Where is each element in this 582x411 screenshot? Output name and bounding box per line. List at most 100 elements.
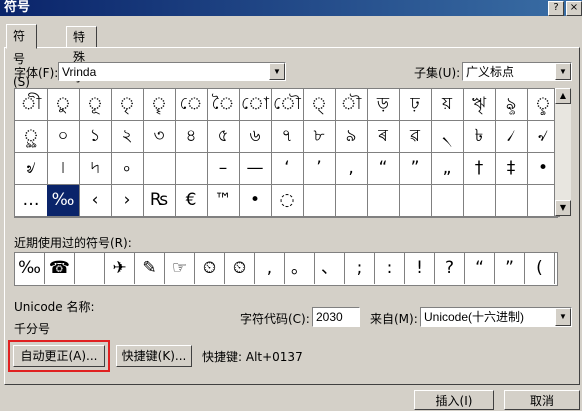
recent-symbol-cell[interactable]: ( [525,253,555,284]
symbol-cell[interactable]: ৌ [271,89,304,121]
symbol-cell[interactable]: – [207,153,240,185]
cancel-button[interactable]: 取消 [504,390,580,410]
symbol-cell[interactable]: ঢ় [399,89,432,121]
symbol-cell[interactable] [463,185,496,217]
symbol-cell[interactable] [495,185,528,217]
symbol-cell[interactable]: ৭ [271,121,304,153]
recent-symbol-cell[interactable] [75,253,105,284]
symbol-cell[interactable]: • [239,185,272,217]
scroll-up-arrow-icon[interactable]: ▲ [555,88,571,104]
symbol-cell[interactable]: ” [399,153,432,185]
recent-symbol-cell[interactable]: ⏲ [195,253,225,284]
help-button[interactable]: ? [548,1,564,16]
symbol-cell[interactable]: ৸ [79,153,112,185]
symbol-cell[interactable]: ₨ [143,185,176,217]
symbol-cell[interactable]: ০ [47,121,80,153]
font-select[interactable]: Vrinda ▼ [58,62,286,81]
recent-symbol-cell[interactable]: ‰ [15,253,45,284]
symbol-cell[interactable]: ৃ [111,89,144,121]
scroll-down-arrow-icon[interactable]: ▼ [555,200,571,216]
symbol-cell[interactable]: — [239,153,272,185]
chevron-down-icon[interactable]: ▼ [269,63,285,80]
recent-symbol-cell[interactable]: ☞ [165,253,195,284]
symbol-cell[interactable] [143,153,176,185]
char-code-input[interactable]: 2030 [312,307,360,327]
from-select[interactable]: Unicode(十六进制) ▼ [420,307,572,327]
symbol-cell[interactable]: ‡ [495,153,528,185]
symbol-cell[interactable]: ৗ [335,89,368,121]
symbol-cell[interactable]: ু [47,89,80,121]
symbol-cell[interactable]: ৳ [463,121,496,153]
symbol-cell[interactable]: “ [367,153,400,185]
recent-symbol-cell[interactable]: ☎ [45,253,75,284]
symbol-cell[interactable] [431,185,464,217]
symbol-cell[interactable]: ৷ [47,153,80,185]
symbol-cell[interactable]: ৄ [143,89,176,121]
recent-symbol-cell[interactable]: ; [345,253,375,284]
chevron-down-icon[interactable]: ▼ [555,308,571,326]
symbol-grid[interactable]: ীুূৃৄেৈোৌ্ৗ ড় ঢ় য় ৠ ৡৢৣ ০ ১ ২ ৩ ৪ ৫ ৬ ৭ ৮ ৯ ৰ ৱ ৲ ৳ ৴ ৵ ৶ ৷ ৸… [14,88,560,218]
symbol-cell[interactable]: „ [431,153,464,185]
symbol-cell[interactable]: ৰ [367,121,400,153]
symbol-cell[interactable]: ৠ [463,89,496,121]
subset-select[interactable]: 广义标点 ▼ [462,62,572,81]
symbol-cell[interactable]: ৴ [495,121,528,153]
recent-symbol-cell[interactable]: : [375,253,405,284]
recent-symbol-cell[interactable]: ✈ [105,253,135,284]
symbol-cell[interactable]: ৯ [335,121,368,153]
symbol-cell[interactable] [399,185,432,217]
shortcut-key-button[interactable]: 快捷键(K)... [116,345,192,367]
recent-symbol-cell[interactable]: ! [405,253,435,284]
chevron-down-icon[interactable]: ▼ [555,63,571,80]
symbol-cell[interactable]: ‚ [335,153,368,185]
symbol-cell[interactable]: † [463,153,496,185]
symbol-cell[interactable]: য় [431,89,464,121]
recent-symbol-cell[interactable]: “ [465,253,495,284]
symbol-cell[interactable] [175,153,208,185]
symbol-cell[interactable]: ’ [303,153,336,185]
recent-symbol-cell[interactable]: ✎ [135,253,165,284]
close-button[interactable]: × [566,1,582,16]
symbol-cell[interactable]: ৬ [239,121,272,153]
symbol-cell[interactable] [335,185,368,217]
symbol-cell[interactable]: ৲ [431,121,464,153]
symbol-cell[interactable]: ৩ [143,121,176,153]
recent-symbol-cell[interactable]: ? [435,253,465,284]
symbol-cell[interactable]: ্ [303,89,336,121]
symbol-cell[interactable]: ১ [79,121,112,153]
symbol-cell[interactable]: ৡ [495,89,528,121]
symbol-cell[interactable]: ৫ [207,121,240,153]
symbol-cell[interactable]: ূ [79,89,112,121]
symbol-cell[interactable]: ৈ [207,89,240,121]
symbol-cell[interactable]: ◌ [271,185,304,217]
symbol-cell[interactable]: ৱ [399,121,432,153]
symbol-cell[interactable]: ৣ [15,121,48,153]
symbol-cell[interactable] [367,185,400,217]
symbol-cell[interactable]: ™ [207,185,240,217]
recent-symbol-cell[interactable]: ” [495,253,525,284]
symbol-cell[interactable]: ে [175,89,208,121]
symbol-cell[interactable]: … [15,185,48,217]
tab-symbols[interactable]: 符号(S) [6,24,37,89]
symbol-cell[interactable]: ো [239,89,272,121]
symbol-scrollbar[interactable]: ▲ ▼ [554,88,571,216]
symbol-cell[interactable]: ৮ [303,121,336,153]
recent-symbol-cell[interactable]: 、 [315,253,345,284]
symbol-cell[interactable]: ৪ [175,121,208,153]
symbol-cell[interactable]: ২ [111,121,144,153]
insert-button[interactable]: 插入(I) [414,390,494,410]
recent-symbols-row[interactable]: ‰ ☎ ✈ ✎ ☞ ⏲ ⏲,。、;:!? “”( [14,252,558,286]
symbol-cell[interactable]: › [111,185,144,217]
symbol-cell[interactable]: ৶ [15,153,48,185]
recent-symbol-cell[interactable]: ⏲ [225,253,255,284]
symbol-cell[interactable]: ৹ [111,153,144,185]
symbol-cell[interactable]: € [175,185,208,217]
recent-symbol-cell[interactable]: 。 [285,253,315,284]
tab-special-characters[interactable]: 特殊字符(P) [66,26,97,124]
autocorrect-button[interactable]: 自动更正(A)... [13,345,105,367]
symbol-cell[interactable] [303,185,336,217]
symbol-cell[interactable]: ‹ [79,185,112,217]
symbol-cell[interactable]: ‘ [271,153,304,185]
symbol-cell[interactable]: ‰ [47,185,80,217]
symbol-cell[interactable]: ড় [367,89,400,121]
